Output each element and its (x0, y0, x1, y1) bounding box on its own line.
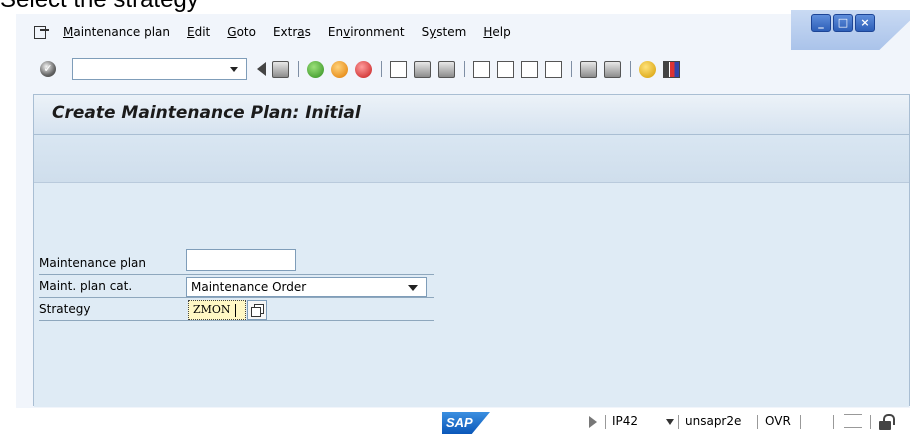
window-controls: _ □ × (791, 10, 910, 50)
status-separator (870, 415, 871, 429)
application-toolbar (34, 135, 909, 183)
menu-help[interactable]: Help (483, 25, 510, 39)
menu-extras[interactable]: Extras (273, 25, 311, 39)
cancel-icon[interactable] (355, 60, 372, 78)
new-session-icon[interactable] (580, 60, 597, 78)
toolbar-separator (571, 61, 572, 77)
selection-form: Maintenance plan Maint. plan cat. Mainte… (34, 183, 909, 407)
menu-goto[interactable]: Goto (227, 25, 256, 39)
find-next-icon[interactable] (438, 60, 455, 78)
status-mode: OVR (765, 414, 791, 428)
status-dropdown-icon[interactable] (666, 419, 674, 425)
toolbar-separator (298, 61, 299, 77)
minimize-button[interactable]: _ (811, 14, 831, 32)
value-help-icon[interactable] (247, 300, 267, 320)
first-page-icon[interactable] (473, 60, 490, 78)
exit-icon[interactable] (331, 60, 348, 78)
unlock-icon[interactable] (878, 414, 895, 430)
status-layout-icon[interactable] (844, 414, 862, 428)
shortcut-icon[interactable] (604, 60, 621, 78)
status-separator (757, 415, 758, 429)
plan-category-row: Maint. plan cat. Maintenance Order (39, 276, 434, 298)
plan-category-select[interactable]: Maintenance Order (186, 277, 427, 297)
strategy-value: ZMON (193, 303, 231, 316)
plan-category-value: Maintenance Order (191, 280, 307, 294)
print-icon[interactable] (390, 60, 407, 78)
status-bar: SAP IP42 unsapr2e OVR (16, 408, 910, 436)
screen-title-bar: Create Maintenance Plan: Initial (34, 95, 909, 135)
page-title: Create Maintenance Plan: Initial (52, 103, 361, 123)
back-icon[interactable] (307, 60, 324, 78)
status-expand-icon[interactable] (589, 416, 597, 428)
previous-page-icon[interactable] (497, 60, 514, 78)
maximize-button[interactable]: □ (833, 14, 853, 32)
enter-check-icon[interactable]: ✓ (40, 61, 56, 77)
strategy-row: Strategy ZMON (39, 299, 434, 321)
chevron-down-icon[interactable] (408, 285, 418, 291)
find-icon[interactable] (414, 60, 431, 78)
status-separator (605, 415, 606, 429)
menu-bar: Maintenance plan Edit Goto Extras Enviro… (16, 20, 776, 44)
screen-content: Create Maintenance Plan: Initial Mainten… (33, 94, 910, 407)
last-page-icon[interactable] (545, 60, 562, 78)
menu-system[interactable]: System (422, 25, 467, 39)
help-icon[interactable] (639, 60, 656, 78)
sap-gui-window: _ □ × Maintenance plan Edit Goto Extras … (16, 10, 910, 436)
plan-category-label: Maint. plan cat. (39, 279, 133, 293)
status-separator (800, 415, 801, 429)
save-icon[interactable] (272, 60, 289, 78)
toolbar-separator (381, 61, 382, 77)
sap-logo: SAP (442, 412, 490, 434)
command-field[interactable] (72, 58, 247, 80)
strategy-label: Strategy (39, 302, 91, 316)
standard-toolbar: ✓ (16, 54, 910, 84)
menu-environment[interactable]: Environment (328, 25, 405, 39)
next-page-icon[interactable] (521, 60, 538, 78)
status-server: unsapr2e (685, 414, 742, 428)
text-cursor (234, 303, 236, 317)
maintenance-plan-label: Maintenance plan (39, 256, 147, 270)
system-menu-icon[interactable] (34, 25, 50, 39)
status-separator (678, 415, 679, 429)
status-transaction: IP42 (612, 414, 639, 428)
maintenance-plan-input[interactable] (186, 249, 296, 271)
toolbar-separator (464, 61, 465, 77)
strategy-input[interactable]: ZMON (188, 300, 246, 320)
command-dropdown-icon[interactable] (230, 67, 238, 72)
collapse-arrow-icon[interactable] (257, 62, 266, 76)
close-button[interactable]: × (855, 14, 875, 32)
status-separator (833, 415, 834, 429)
maintenance-plan-row: Maintenance plan (39, 249, 434, 275)
menu-maintenance-plan[interactable]: Maintenance plan (63, 25, 170, 39)
customize-layout-icon[interactable] (663, 60, 680, 78)
tutorial-caption: Select the strategy (0, 0, 199, 14)
menu-edit[interactable]: Edit (187, 25, 210, 39)
toolbar-separator (630, 61, 631, 77)
